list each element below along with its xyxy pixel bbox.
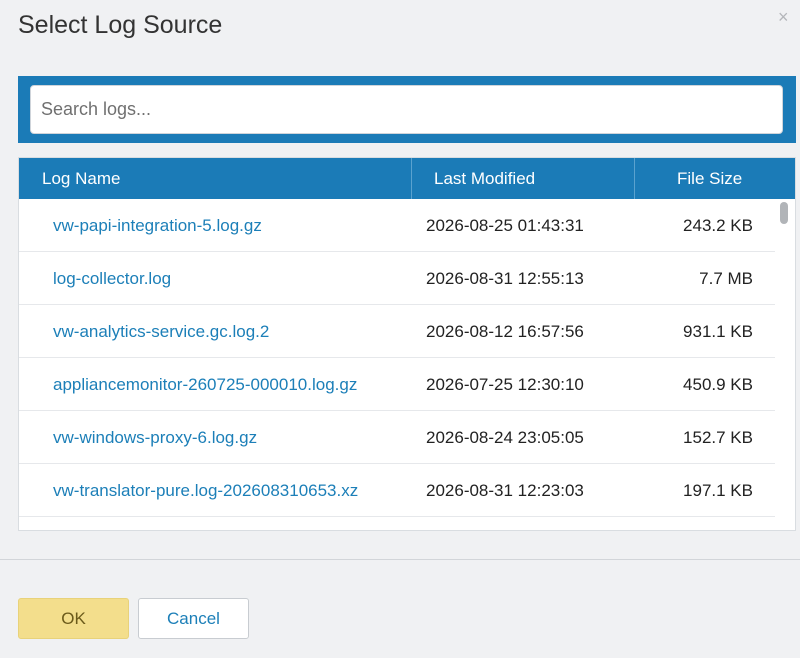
last-modified-cell: 2026-08-12 16:57:56 [426,322,584,341]
last-modified-cell: 2026-08-25 01:43:31 [426,216,584,235]
log-name-link[interactable]: vw-translator-pure.log-202608310653.xz [53,464,358,517]
dialog-title: Select Log Source [18,11,223,39]
table-row[interactable]: appliancemonitor-260725-000010.log.gz 20… [19,358,775,411]
footer-divider [0,559,800,560]
column-divider [411,158,412,199]
file-size-cell: 931.1 KB [683,322,753,341]
file-size-cell: 152.7 KB [683,428,753,447]
table-body: vw-papi-integration-5.log.gz 2026-08-25 … [19,199,775,530]
table-row[interactable]: vw-papi-integration-5.log.gz 2026-08-25 … [19,199,775,252]
scrollbar-thumb[interactable] [780,202,788,224]
cancel-button[interactable]: Cancel [138,598,249,639]
last-modified-cell: 2026-07-25 12:30:10 [426,375,584,394]
log-name-link[interactable]: appliancemonitor-260725-000010.log.gz [53,358,357,411]
log-name-link[interactable]: vw-papi-integration-5.log.gz [53,199,262,252]
column-header-file-size[interactable]: File Size [677,158,742,199]
last-modified-cell: 2026-08-24 23:05:05 [426,428,584,447]
file-size-cell: 197.1 KB [683,481,753,500]
table-scrollbar[interactable] [777,199,795,530]
file-size-cell: 7.7 MB [699,269,753,288]
table-row[interactable]: log-collector.log 2026-08-31 12:55:13 7.… [19,252,775,305]
last-modified-cell: 2026-08-31 12:23:03 [426,481,584,500]
column-header-last-modified[interactable]: Last Modified [434,158,535,199]
select-log-source-dialog: Select Log Source × Log Name Last Modifi… [0,0,800,658]
ok-button[interactable]: OK [18,598,129,639]
table-header: Log Name Last Modified File Size [19,158,795,199]
file-size-cell: 450.9 KB [683,375,753,394]
table-row[interactable]: vw-analytics-service.gc.log.2 2026-08-12… [19,305,775,358]
column-header-log-name[interactable]: Log Name [42,158,120,199]
search-bar [18,76,796,143]
last-modified-cell: 2026-08-31 12:55:13 [426,269,584,288]
log-name-link[interactable]: vw-windows-proxy-6.log.gz [53,411,257,464]
table-row[interactable]: vw-translator-pure.log-202608310653.xz 2… [19,464,775,517]
file-size-cell: 243.2 KB [683,216,753,235]
search-input[interactable] [30,85,783,134]
log-name-link[interactable]: vw-analytics-service.gc.log.2 [53,305,269,358]
close-icon[interactable]: × [778,8,789,26]
column-divider [634,158,635,199]
log-table: Log Name Last Modified File Size vw-papi… [18,157,796,531]
log-name-link[interactable]: log-collector.log [53,252,171,305]
table-row[interactable]: vw-windows-proxy-6.log.gz 2026-08-24 23:… [19,411,775,464]
